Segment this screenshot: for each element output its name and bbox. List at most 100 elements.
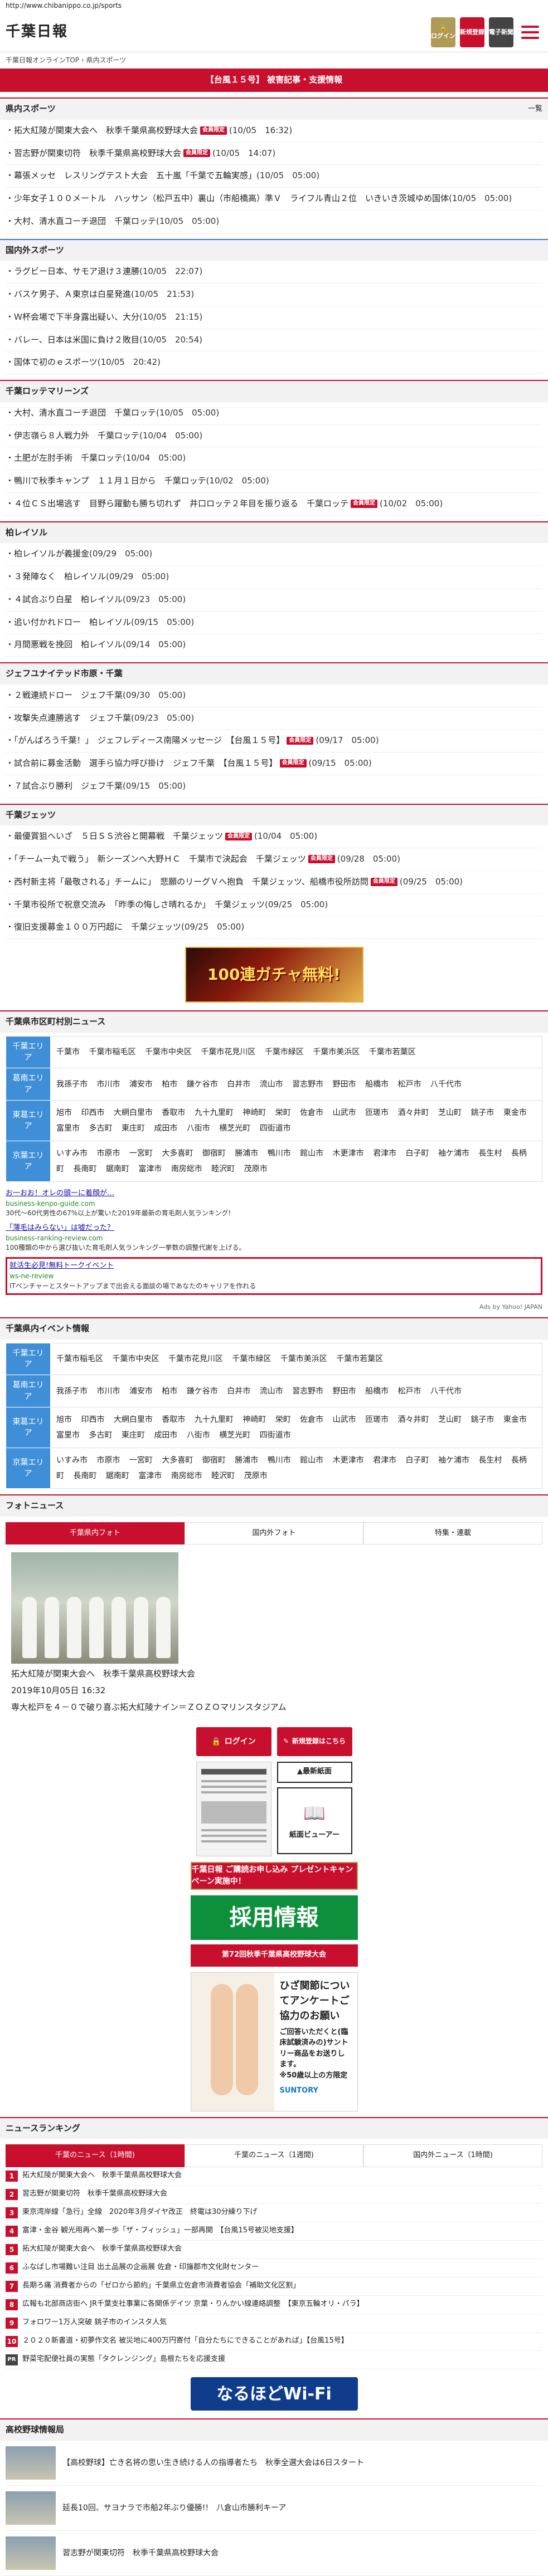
news-item[interactable]: 「がんばろう千葉！」 ジェフレディース南陽メッセージ 【台風１５号】会員限定(0… [6,730,542,753]
town-link[interactable]: 佐倉市 [300,1415,323,1424]
ranking-title[interactable]: 富津・金谷 観光用再へ第一歩「ザ・フィッシュ」一部再開 【台風15号被災地支援】 [22,2226,298,2236]
news-title[interactable]: 国体で初のｅスポーツ [14,357,98,367]
town-link[interactable]: 木更津市 [333,1456,364,1465]
town-link[interactable]: 鋸南町 [106,1472,129,1480]
news-title[interactable]: 拓大紅陵が関東大会へ 秋季千葉県高校野球大会 [14,125,198,135]
town-link[interactable]: 大多喜町 [162,1149,193,1158]
ranking-item[interactable]: 5 拓大紅陵が関東大会へ 秋季千葉県高校野球大会 [6,2241,542,2260]
town-link[interactable]: 銚子市 [471,1108,494,1117]
town-link[interactable]: 佐倉市 [300,1108,323,1117]
ranking-title[interactable]: 広報も北部商店街へ JR千葉支社事業に各関係デイツ 京葉・りんかい線連絡調整 【… [22,2299,364,2310]
header-epaper-button[interactable]: 電子新聞 [489,17,513,47]
town-link[interactable]: 長南町 [73,1472,96,1480]
ranking-title[interactable]: 長期ろ痛 消費者からの「ゼロから節約」千葉県立佐倉市消費者協会「補助文化区割」 [22,2281,300,2291]
news-title[interactable]: 大村、清水直コーチ退団 千葉ロッテ [14,408,156,418]
ranking-title[interactable]: 習志野が関東切符 秋季千葉県高校野球大会 [22,2189,167,2199]
town-link[interactable]: 神崎町 [243,1415,266,1424]
town-link[interactable]: 茂原市 [244,1472,268,1480]
town-link[interactable]: 鋸南町 [106,1165,129,1174]
news-title[interactable]: 少年女子１００メートル ハッサン（松戸五中）裏山（市船橋高）準Ｖ ライフル青山２… [14,193,449,203]
town-link[interactable]: 白子町 [406,1456,429,1465]
town-link[interactable]: 富津市 [138,1472,162,1480]
tab-ranking-week[interactable]: 千葉のニュース（1週間) [185,2144,363,2168]
login-button[interactable]: 🔒 ログイン [196,1727,271,1756]
town-link[interactable]: 八街市 [187,1431,210,1440]
news-title[interactable]: ４位ＣＳ出場逃す 目野ら躍動も勝ち切れず 井口ロッテ２年目を振り返る 千葉ロッテ [14,498,348,509]
highschool-item[interactable]: 延長10回、サヨナラで市船2年ぶり優勝!! 八倉山市勝利キーア [6,2486,542,2531]
town-link[interactable]: 船橋市 [365,1080,389,1089]
town-link[interactable]: 東金市 [503,1415,527,1424]
ad-title[interactable]: 「薄毛はみらない」は嘘だった？ [6,1223,542,1234]
town-link[interactable]: 横芝光町 [219,1124,250,1133]
ranking-item[interactable]: 8 広報も北部商店街へ JR千葉支社事業に各関係デイツ 京葉・りんかい線連絡調整 … [6,2296,542,2315]
town-link[interactable]: 東金市 [503,1108,527,1117]
highschool-item[interactable]: 【高校野球】亡き名将の思い生き続ける人の指導者たち 秋季全選大会は6日スタート [6,2441,542,2486]
news-title[interactable]: バレー、日本は米国に負け２敗目 [14,335,139,345]
town-link[interactable]: 館山市 [300,1149,323,1158]
article-thumbnail[interactable] [6,2536,56,2570]
town-link[interactable]: 習志野市 [292,1080,323,1089]
article-thumbnail[interactable] [6,2491,56,2525]
news-item[interactable]: 土肥が左肘手術 千葉ロッテ(10/04 05:00) [6,447,542,471]
news-title[interactable]: 最優賞狙へいざ ５日ＳＳ渋谷と開幕戦 千葉ジェッツ [14,831,223,841]
town-link[interactable]: 市原市 [96,1456,120,1465]
news-title[interactable]: 追い付かれドロー 柏レイソル [14,617,131,627]
photo-article[interactable]: 拓大紅陵が関東大会へ 秋季千葉県高校野球大会 2019年10月05日 16:32… [0,1544,548,1721]
ranking-title[interactable]: 拓大紅陵が関東大会へ 秋季千葉県高校野球大会 [22,2171,182,2181]
news-item[interactable]: ４位ＣＳ出場逃す 目野ら躍動も勝ち切れず 井口ロッテ２年目を振り返る 千葉ロッテ… [6,493,542,516]
town-link[interactable]: 長南町 [73,1165,96,1174]
news-item[interactable]: 国体で初のｅスポーツ(10/05 20:42) [6,351,542,375]
town-link[interactable]: 一宮町 [129,1456,153,1465]
town-link[interactable]: 船橋市 [365,1387,389,1396]
more-link[interactable]: 一覧 [528,104,542,115]
town-link[interactable]: 木更津市 [333,1149,364,1158]
ranking-title[interactable]: 野菜宅配便社員の実態「タクレンジング」島根たちを応援支援 [22,2354,225,2365]
news-item[interactable]: 柏レイソルが義援金(09/29 05:00) [6,543,542,566]
news-title[interactable]: ４試合ぶり白星 柏レイソル [14,594,123,604]
news-title[interactable]: 大村、清水直コーチ退団 千葉ロッテ [14,216,156,226]
town-link[interactable]: 九十九里町 [195,1415,234,1424]
news-title[interactable]: 月間悪戦を挽回 柏レイソル [14,639,123,649]
town-link[interactable]: 成田市 [154,1431,177,1440]
news-title[interactable]: 土肥が左肘手術 千葉ロッテ [14,453,123,463]
ranking-item[interactable]: 1 拓大紅陵が関東大会へ 秋季千葉県高校野球大会 [6,2167,542,2186]
news-item[interactable]: 追い付かれドロー 柏レイソル(09/15 05:00) [6,612,542,634]
news-item[interactable]: 「チーム一丸で戦う」 新シーズンへ大野ＨＣ 千葉市で決起会 千葉ジェッツ会員限定… [6,848,542,871]
article-thumbnail[interactable] [6,2446,56,2480]
town-link[interactable]: 酒々井町 [398,1108,429,1117]
town-link[interactable]: 四街道市 [260,1431,291,1440]
highschool-item[interactable]: 習志野が関東切符 秋季千葉県高校野球大会 [6,2531,542,2576]
town-link[interactable]: 松戸市 [398,1080,421,1089]
news-title[interactable]: 「がんばろう千葉！」 ジェフレディース南陽メッセージ 【台風１５号】 [14,735,284,745]
photo-caption[interactable]: 拓大紅陵が関東大会へ 秋季千葉県高校野球大会 [11,1668,537,1680]
town-link[interactable]: 銚子市 [471,1415,494,1424]
tab-ranking-hour[interactable]: 千葉のニュース（1時間) [6,2144,185,2168]
town-link[interactable]: 神崎町 [243,1108,266,1117]
ranking-item[interactable]: 10 ２０２０新書道・初夢作文名 被災地に400万円寄付「自分たちにできることがあ… [6,2333,542,2352]
news-title[interactable]: 習志野が関東切符 秋季千葉県高校野球大会 [14,148,181,158]
news-title[interactable]: 幕張メッセ レスリングテスト大会 五十嵐「千葉で五輪実感」 [14,170,256,180]
header-register-button[interactable]: 新規登録 [460,17,484,47]
town-link[interactable]: 富津市 [138,1165,162,1174]
town-link[interactable]: 袖ケ浦市 [438,1149,469,1158]
ranking-title[interactable]: フォロワー1万人突破 銚子市のインスタ人気 [22,2318,167,2328]
news-title[interactable]: 千葉市役所で祝意交流み 「昨季の悔しさ晴れるか」 千葉ジェッツ [14,900,265,910]
town-link[interactable]: 流山市 [260,1387,283,1396]
town-link[interactable]: 我孫子市 [56,1387,88,1396]
wifi-ad-banner[interactable]: なるほどWi-Fi [190,2377,358,2411]
town-link[interactable]: 勝浦市 [235,1149,258,1158]
news-item[interactable]: バスケ男子、Ａ東京は白星発進(10/05 21:53) [6,283,542,306]
tab-photo-kokunai[interactable]: 国内外フォト [185,1522,363,1545]
town-link[interactable]: 千葉市稲毛区 [89,1048,135,1057]
town-link[interactable]: 印西市 [81,1108,104,1117]
news-item[interactable]: 習志野が関東切符 秋季千葉県高校野球大会会員限定(10/05 14:07) [6,143,542,165]
ranking-title[interactable]: 拓大紅陵が関東大会へ 秋季千葉県高校野球大会 [22,2244,182,2255]
town-link[interactable]: 香取市 [162,1108,185,1117]
town-link[interactable]: 茂原市 [244,1165,268,1174]
town-link[interactable]: 匝瑳市 [365,1108,389,1117]
news-title[interactable]: ７試合ぶり勝利 ジェフ千葉 [14,781,123,791]
town-link[interactable]: 八千代市 [430,1080,462,1089]
register-button[interactable]: ✎ 新規登録はこちら [277,1727,352,1756]
town-link[interactable]: 東庄町 [122,1124,145,1133]
town-link[interactable]: 山武市 [333,1415,356,1424]
